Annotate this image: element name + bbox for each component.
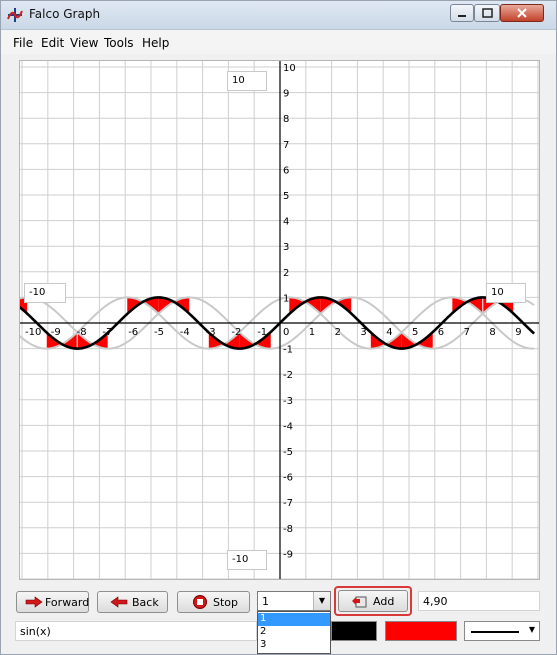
x-tick-label: 0 bbox=[283, 327, 289, 338]
x-tick-label: -3 bbox=[206, 327, 216, 338]
x-tick-label: -5 bbox=[154, 327, 164, 338]
x-tick-label: -4 bbox=[180, 327, 190, 338]
function-expression-input[interactable]: sin(x) bbox=[15, 621, 257, 641]
x-tick-label: 1 bbox=[309, 327, 315, 338]
fill-color-swatch[interactable] bbox=[385, 621, 457, 641]
y-tick-label: -7 bbox=[283, 498, 293, 509]
y-tick-label: 7 bbox=[283, 140, 289, 151]
add-button-highlight bbox=[334, 586, 412, 616]
y-tick-label: -3 bbox=[283, 396, 293, 407]
title-bar[interactable]: Falco Graph bbox=[1, 1, 556, 30]
x-tick-label: -1 bbox=[257, 327, 267, 338]
x-tick-label: -6 bbox=[128, 327, 138, 338]
minimize-button[interactable] bbox=[450, 4, 474, 22]
y-tick-label: 6 bbox=[283, 165, 289, 176]
menu-tools[interactable]: Tools bbox=[104, 36, 134, 50]
forward-button[interactable]: Forward bbox=[16, 591, 89, 613]
x-tick-label: 9 bbox=[515, 327, 521, 338]
dropdown-option-2[interactable]: 2 bbox=[258, 626, 330, 639]
back-arrow-icon bbox=[110, 596, 128, 608]
maximize-button[interactable] bbox=[474, 4, 500, 22]
y-tick-label: 2 bbox=[283, 268, 289, 279]
line-style-select[interactable]: ▼ bbox=[464, 621, 540, 641]
back-button[interactable]: Back bbox=[97, 591, 168, 613]
menu-file[interactable]: File bbox=[13, 36, 33, 50]
y-tick-label: -5 bbox=[283, 447, 293, 458]
maximize-icon bbox=[482, 8, 493, 18]
y-tick-label: -4 bbox=[283, 421, 293, 432]
y-tick-label: -8 bbox=[283, 524, 293, 535]
chevron-down-icon[interactable]: ▼ bbox=[313, 592, 330, 610]
x-tick-label: -7 bbox=[102, 327, 112, 338]
y-min-box[interactable]: -10 bbox=[227, 550, 267, 570]
x-tick-label: 5 bbox=[412, 327, 418, 338]
menu-help[interactable]: Help bbox=[142, 36, 169, 50]
app-window: Falco Graph File Edit View Tools Help -1… bbox=[0, 0, 557, 655]
y-tick-label: -9 bbox=[283, 549, 293, 560]
x-tick-label: 2 bbox=[335, 327, 341, 338]
back-label: Back bbox=[132, 596, 159, 609]
graph-canvas[interactable]: -10 -9 -8 -7 -6 -5 -4 -3 -2 -1 0 1 2 3 4 5 6 7 8 9 10 9 8 7 6 5 4 3… bbox=[19, 60, 540, 580]
function-dropdown-list: 1 2 3 bbox=[257, 611, 331, 654]
y-tick-label: 5 bbox=[283, 191, 289, 202]
y-tick-label: -6 bbox=[283, 473, 293, 484]
y-tick-label: 9 bbox=[283, 89, 289, 100]
coordinate-readout: 4,90 bbox=[418, 591, 540, 611]
graph-plot[interactable]: -10 -9 -8 -7 -6 -5 -4 -3 -2 -1 0 1 2 3 4 5 6 7 8 9109876543… bbox=[20, 61, 539, 579]
stop-icon bbox=[193, 595, 207, 609]
x-tick-label: -8 bbox=[77, 327, 87, 338]
x-tick-label: -10 bbox=[25, 327, 41, 338]
y-max-box[interactable]: 10 bbox=[227, 71, 267, 91]
menu-edit[interactable]: Edit bbox=[41, 36, 64, 50]
y-tick-label: 3 bbox=[283, 242, 289, 253]
x-tick-label: 4 bbox=[386, 327, 392, 338]
x-tick-label: 6 bbox=[438, 327, 444, 338]
x-tick-label: 7 bbox=[464, 327, 470, 338]
dropdown-option-1[interactable]: 1 bbox=[258, 613, 330, 626]
function-select[interactable]: 1 ▼ bbox=[257, 591, 331, 611]
y-tick-label: 10 bbox=[283, 63, 296, 74]
x-max-box[interactable]: 10 bbox=[486, 283, 526, 303]
function-select-value: 1 bbox=[262, 595, 269, 608]
line-color-swatch[interactable] bbox=[331, 621, 377, 641]
y-tick-label: 4 bbox=[283, 217, 289, 228]
chevron-down-icon: ▼ bbox=[528, 625, 535, 634]
y-tick-label: 1 bbox=[283, 293, 289, 304]
x-tick-label: 8 bbox=[489, 327, 495, 338]
menu-bar: File Edit View Tools Help bbox=[1, 30, 556, 54]
close-button[interactable] bbox=[500, 4, 544, 22]
y-tick-label: -2 bbox=[283, 370, 293, 381]
y-tick-label: 8 bbox=[283, 114, 289, 125]
menu-view[interactable]: View bbox=[70, 36, 98, 50]
forward-label: Forward bbox=[45, 596, 90, 609]
x-tick-label: -9 bbox=[51, 327, 61, 338]
stop-label: Stop bbox=[213, 596, 239, 609]
stop-button[interactable]: Stop bbox=[177, 591, 250, 613]
close-icon bbox=[517, 8, 527, 18]
x-min-box[interactable]: -10 bbox=[24, 283, 66, 303]
dropdown-option-3[interactable]: 3 bbox=[258, 639, 330, 652]
x-tick-label: -2 bbox=[231, 327, 241, 338]
minimize-icon bbox=[458, 15, 466, 17]
forward-arrow-icon bbox=[25, 596, 43, 608]
window-title: Falco Graph bbox=[29, 7, 101, 21]
falco-graph-logo-icon bbox=[7, 8, 23, 22]
line-style-preview bbox=[471, 631, 519, 633]
x-tick-label: 3 bbox=[360, 327, 366, 338]
y-tick-label: -1 bbox=[283, 345, 293, 356]
